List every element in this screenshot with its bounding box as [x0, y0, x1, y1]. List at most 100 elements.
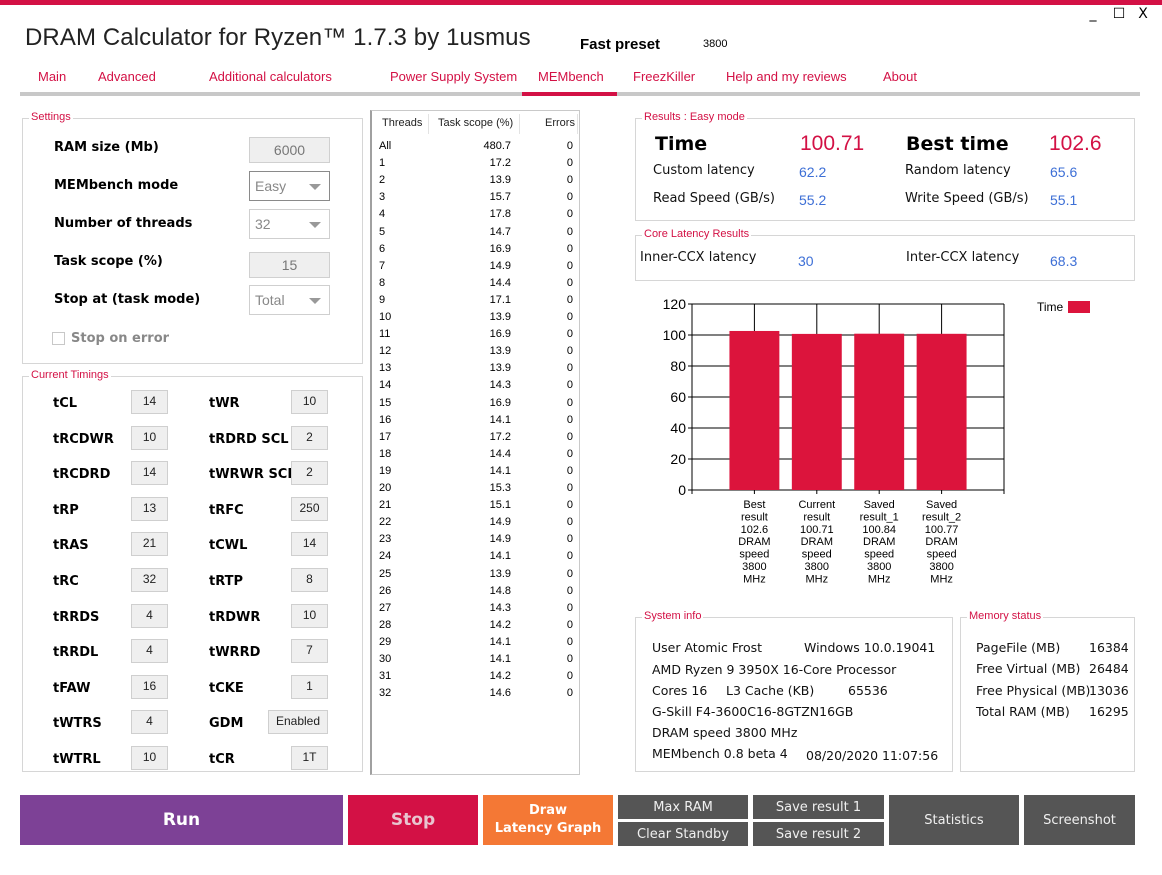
- tab-advanced[interactable]: Advanced: [98, 69, 156, 84]
- table-row[interactable]: 32 14.6 0: [372, 687, 577, 704]
- tab-help-reviews[interactable]: Help and my reviews: [726, 69, 847, 84]
- max-ram-button[interactable]: Max RAM: [618, 795, 748, 819]
- table-row[interactable]: 31 14.2 0: [372, 670, 577, 687]
- results-group: Results : Easy mode Time 100.71 Best tim…: [635, 111, 1135, 221]
- legend-label: Time: [1037, 300, 1064, 314]
- clear-standby-button[interactable]: Clear Standby: [618, 822, 748, 846]
- tab-about[interactable]: About: [883, 69, 917, 84]
- table-row[interactable]: 25 13.9 0: [372, 568, 577, 585]
- memory-status-group: Memory status PageFile (MB) 16384 Free Vir…: [960, 610, 1135, 772]
- task-scope-cell: 14.2: [489, 670, 511, 683]
- table-row[interactable]: 13 13.9 0: [372, 362, 577, 379]
- table-row[interactable]: 19 14.1 0: [372, 465, 577, 482]
- table-row[interactable]: 5 14.7 0: [372, 226, 577, 243]
- table-row[interactable]: 16 14.1 0: [372, 414, 577, 431]
- table-row[interactable]: 30 14.1 0: [372, 653, 577, 670]
- table-row[interactable]: 7 14.9 0: [372, 260, 577, 277]
- task-scope-cell: 14.8: [489, 584, 511, 597]
- table-row[interactable]: 29 14.1 0: [372, 636, 577, 653]
- memory-status-value: 13036: [1089, 682, 1129, 698]
- ram-size-input[interactable]: 6000: [249, 137, 330, 163]
- table-row[interactable]: 6 16.9 0: [372, 243, 577, 260]
- table-row[interactable]: 24 14.1 0: [372, 550, 577, 567]
- best-time-value: 102.6: [1049, 132, 1102, 155]
- stop-button[interactable]: Stop: [348, 795, 478, 845]
- table-row[interactable]: 15 16.9 0: [372, 397, 577, 414]
- x-tick-label: 100.71: [800, 524, 834, 536]
- table-row[interactable]: 22 14.9 0: [372, 516, 577, 533]
- table-row[interactable]: 1 17.2 0: [372, 157, 577, 174]
- table-row[interactable]: 23 14.9 0: [372, 533, 577, 550]
- tab-additional-calculators[interactable]: Additional calculators: [209, 69, 332, 84]
- table-row[interactable]: 28 14.2 0: [372, 619, 577, 636]
- threads-table[interactable]: Threads Task scope (%) Errors All 480.7 0 1…: [370, 110, 580, 775]
- table-row[interactable]: 2 13.9 0: [372, 174, 577, 191]
- y-tick-label: 0: [678, 482, 686, 498]
- task-scope-cell: 17.1: [489, 293, 511, 306]
- table-row[interactable]: 17 17.2 0: [372, 431, 577, 448]
- table-row[interactable]: 18 14.4 0: [372, 448, 577, 465]
- tab-power-supply-system[interactable]: Power Supply System: [390, 69, 517, 84]
- timing-value-twrrd: 7: [291, 639, 328, 664]
- membench-mode-select[interactable]: Easy: [249, 171, 330, 201]
- close-button[interactable]: X: [1134, 6, 1152, 22]
- timing-value-gdm: Enabled: [268, 710, 328, 735]
- table-row[interactable]: 20 15.3 0: [372, 482, 577, 499]
- timing-label: tWR: [209, 396, 240, 411]
- task-scope-input[interactable]: 15: [249, 252, 330, 278]
- tab-membench[interactable]: MEMbench: [538, 69, 604, 84]
- table-row[interactable]: 8 14.4 0: [372, 277, 577, 294]
- errors-cell: 0: [566, 345, 573, 358]
- stop-at-select[interactable]: Total: [249, 285, 330, 315]
- run-button[interactable]: Run: [20, 795, 343, 845]
- table-row[interactable]: 27 14.3 0: [372, 602, 577, 619]
- timing-value-trtp: 8: [291, 568, 328, 592]
- table-row[interactable]: 11 16.9 0: [372, 328, 577, 345]
- table-row[interactable]: 3 15.7 0: [372, 191, 577, 208]
- table-row[interactable]: 4 17.8 0: [372, 208, 577, 225]
- errors-cell: 0: [566, 140, 573, 152]
- table-row[interactable]: 26 14.8 0: [372, 585, 577, 602]
- timing-label: tWTRL: [53, 752, 101, 767]
- x-tick-label: Current: [798, 499, 835, 511]
- task-scope-cell: 15.7: [489, 191, 511, 204]
- col-errors[interactable]: Errors: [545, 117, 575, 129]
- thread-cell: 12: [379, 345, 392, 358]
- task-scope-cell: 13.9: [489, 567, 511, 580]
- timing-value-trp: 13: [131, 496, 168, 521]
- statistics-button[interactable]: Statistics: [889, 795, 1019, 845]
- table-row[interactable]: 12 13.9 0: [372, 345, 577, 362]
- x-tick-label: DRAM: [801, 536, 833, 548]
- timings-title: Current Timings: [29, 369, 111, 381]
- table-row[interactable]: 14 14.3 0: [372, 379, 577, 396]
- y-tick-label: 40: [670, 420, 686, 436]
- timing-value-tfaw: 16: [131, 674, 168, 699]
- memory-status-value: 26484: [1089, 661, 1129, 677]
- errors-cell: 0: [566, 208, 573, 221]
- thread-cell: 18: [379, 447, 392, 460]
- threads-select[interactable]: 32: [249, 209, 330, 239]
- table-row[interactable]: 9 17.1 0: [372, 294, 577, 311]
- table-row[interactable]: 10 13.9 0: [372, 311, 577, 328]
- tab-freezkiller[interactable]: FreezKiller: [633, 69, 695, 84]
- minimize-button[interactable]: _: [1084, 6, 1102, 22]
- table-row[interactable]: 21 15.1 0: [372, 499, 577, 516]
- x-tick-label: result: [741, 511, 768, 523]
- timing-value-tcr: 1T: [291, 746, 328, 770]
- table-row[interactable]: All 480.7 0: [372, 140, 577, 157]
- draw-latency-graph-button[interactable]: Draw Latency Graph: [483, 795, 613, 845]
- bar-2: [791, 333, 842, 490]
- task-scope-cell: 14.3: [489, 601, 511, 614]
- col-task-scope[interactable]: Task scope (%): [438, 117, 513, 129]
- maximize-button[interactable]: ☐: [1110, 6, 1128, 22]
- stop-on-error-checkbox[interactable]: [52, 332, 65, 345]
- tab-main[interactable]: Main: [38, 69, 66, 84]
- save-result-1-button[interactable]: Save result 1: [753, 795, 884, 819]
- save-result-2-button[interactable]: Save result 2: [753, 822, 884, 846]
- timing-value-trfc: 250: [291, 496, 328, 521]
- thread-cell: 28: [379, 618, 392, 631]
- screenshot-button[interactable]: Screenshot: [1024, 795, 1135, 845]
- thread-cell: 23: [379, 533, 392, 546]
- col-threads[interactable]: Threads: [382, 117, 422, 129]
- thread-cell: 8: [379, 276, 386, 289]
